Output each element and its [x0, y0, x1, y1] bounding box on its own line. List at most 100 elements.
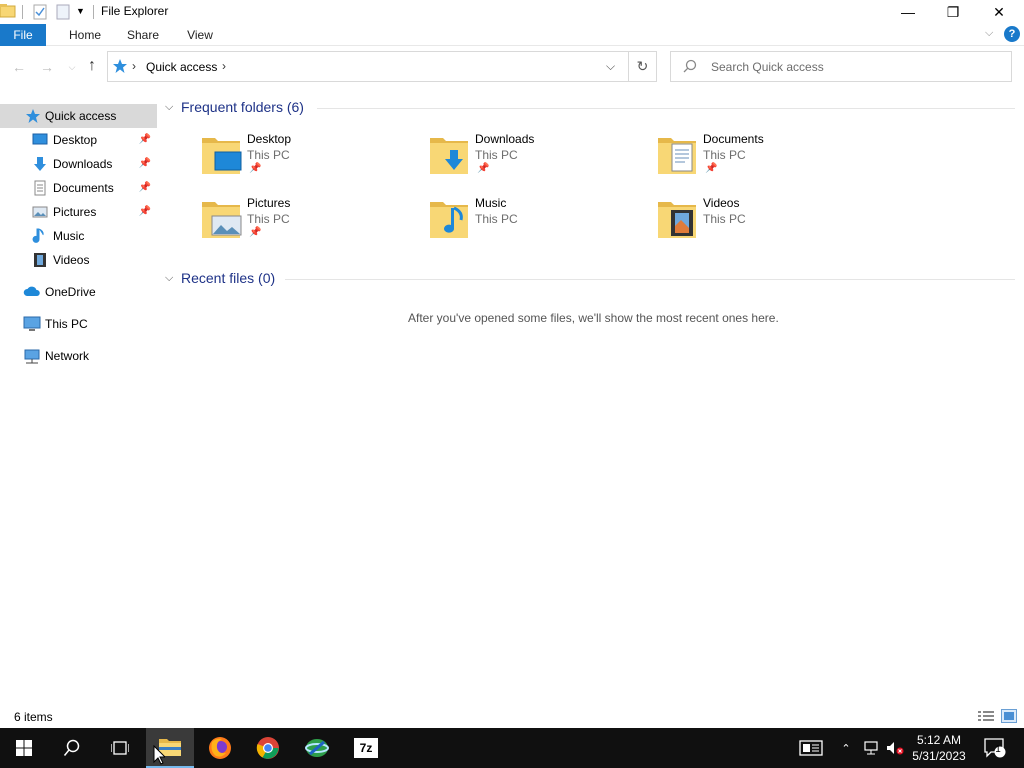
nav-item-downloads[interactable]: Downloads 📌	[0, 152, 157, 176]
folder-location: This PC	[475, 148, 518, 162]
taskbar-network-app[interactable]	[293, 728, 341, 768]
news-widget-icon[interactable]	[797, 728, 825, 768]
recent-files-heading[interactable]: Recent files (0)	[181, 270, 275, 286]
back-button[interactable]: ←	[10, 59, 28, 75]
nav-label: Documents	[53, 181, 114, 195]
maximize-button[interactable]: ❐	[930, 0, 976, 24]
network-status-icon[interactable]	[861, 728, 881, 768]
frequent-folders-heading[interactable]: Frequent folders (6)	[181, 99, 304, 115]
chrome-icon	[256, 737, 279, 759]
help-icon[interactable]: ?	[1004, 26, 1020, 42]
details-view-icon[interactable]	[978, 710, 994, 725]
nav-item-desktop[interactable]: Desktop 📌	[0, 128, 157, 152]
taskbar-firefox[interactable]	[196, 728, 244, 768]
film-icon	[32, 252, 48, 268]
nav-item-pictures[interactable]: Pictures 📌	[0, 200, 157, 224]
folder-tile-documents[interactable]: Documents This PC 📌	[657, 132, 877, 192]
pin-icon: 📌	[249, 227, 262, 238]
new-folder-icon[interactable]	[56, 4, 70, 20]
show-hidden-icons-icon[interactable]: ⌃	[837, 728, 855, 768]
nav-label: Desktop	[53, 133, 98, 147]
breadcrumb-quick-access[interactable]: Quick access	[146, 60, 217, 74]
folder-name: Downloads	[475, 132, 535, 146]
qat-separator	[22, 5, 23, 19]
collapse-recent-icon[interactable]: ⌵	[165, 272, 173, 285]
folder-icon	[0, 4, 16, 18]
folder-tile-videos[interactable]: Videos This PC	[657, 196, 877, 256]
tab-home[interactable]: Home	[62, 24, 108, 46]
nav-item-quick-access[interactable]: Quick access	[0, 104, 157, 128]
refresh-button[interactable]: ↻	[628, 51, 657, 82]
globe-icon	[305, 739, 329, 757]
nav-label: Videos	[53, 253, 90, 267]
7zip-icon: 7z	[354, 738, 378, 758]
task-view-button[interactable]	[96, 728, 144, 768]
task-view-icon	[111, 741, 129, 755]
forward-button[interactable]: →	[38, 59, 56, 75]
pin-icon: 📌	[249, 163, 262, 174]
close-button[interactable]: ✕	[976, 0, 1022, 24]
notifications-button[interactable]: 1	[980, 728, 1010, 768]
folder-name: Pictures	[247, 196, 291, 210]
download-arrow-icon	[32, 156, 48, 172]
folder-location: This PC	[247, 212, 290, 226]
up-button[interactable]: ↑	[83, 58, 101, 74]
recent-empty-message: After you've opened some files, we'll sh…	[408, 311, 779, 325]
nav-label: Quick access	[45, 109, 117, 123]
qat-separator	[93, 5, 94, 19]
nav-item-documents[interactable]: Documents 📌	[0, 176, 157, 200]
tab-share[interactable]: Share	[120, 24, 166, 46]
downloads-folder-icon	[429, 132, 471, 176]
tab-view[interactable]: View	[177, 24, 223, 46]
pin-icon: 📌	[138, 158, 151, 169]
nav-label: Pictures	[53, 205, 97, 219]
nav-item-music[interactable]: Music	[0, 224, 157, 248]
address-dropdown-icon[interactable]: ⌵	[606, 59, 615, 74]
folder-tile-downloads[interactable]: Downloads This PC 📌	[429, 132, 649, 192]
collapse-frequent-icon[interactable]: ⌵	[165, 101, 173, 114]
network-icon	[23, 348, 40, 364]
folder-tile-pictures[interactable]: Pictures This PC 📌	[201, 196, 421, 256]
minimize-button[interactable]: —	[885, 0, 931, 24]
breadcrumb-separator: ›	[132, 59, 136, 73]
start-button[interactable]	[0, 728, 48, 768]
clock-time: 5:12 AM	[916, 733, 962, 747]
folder-name: Documents	[703, 132, 764, 146]
expand-ribbon-icon[interactable]: ⌵	[985, 27, 993, 40]
group-divider	[285, 279, 1015, 280]
nav-item-network[interactable]: Network	[0, 344, 157, 368]
navigation-pane: Quick access Desktop 📌 Downloads 📌 Docum…	[0, 104, 157, 704]
nav-item-onedrive[interactable]: OneDrive	[0, 280, 157, 304]
clock[interactable]: 5:12 AM 5/31/2023	[910, 728, 968, 768]
taskbar-chrome[interactable]	[244, 728, 292, 768]
tab-file[interactable]: File	[0, 24, 46, 46]
folder-name: Desktop	[247, 132, 292, 146]
folder-tile-desktop[interactable]: Desktop This PC 📌	[201, 132, 421, 192]
taskbar-search-button[interactable]	[48, 728, 96, 768]
taskbar-7zip[interactable]: 7z	[342, 728, 390, 768]
nav-label: This PC	[45, 317, 88, 331]
qat-dropdown-icon[interactable]: ▼	[76, 6, 85, 16]
cloud-icon	[23, 284, 40, 300]
properties-icon[interactable]	[33, 4, 47, 20]
folder-tile-music[interactable]: Music This PC	[429, 196, 649, 256]
status-bar: 6 items	[0, 706, 1024, 728]
large-icons-view-icon[interactable]	[1001, 709, 1017, 723]
search-input[interactable]: Search Quick access	[670, 51, 1012, 82]
breadcrumb-separator[interactable]: ›	[222, 59, 226, 73]
group-divider	[317, 108, 1015, 109]
nav-label: Downloads	[53, 157, 113, 171]
search-icon	[683, 59, 697, 76]
volume-muted-icon[interactable]	[884, 728, 906, 768]
window-title: File Explorer	[101, 4, 169, 18]
nav-item-videos[interactable]: Videos	[0, 248, 157, 272]
recent-locations-icon[interactable]: ⌵	[63, 59, 81, 75]
address-bar[interactable]: › Quick access › ⌵	[107, 51, 629, 82]
star-icon	[112, 58, 128, 77]
nav-item-this-pc[interactable]: This PC	[0, 312, 157, 336]
folder-location: This PC	[247, 148, 290, 162]
pin-icon: 📌	[138, 134, 151, 145]
pin-icon: 📌	[138, 206, 151, 217]
star-icon	[25, 108, 41, 124]
folder-name: Music	[475, 196, 507, 210]
